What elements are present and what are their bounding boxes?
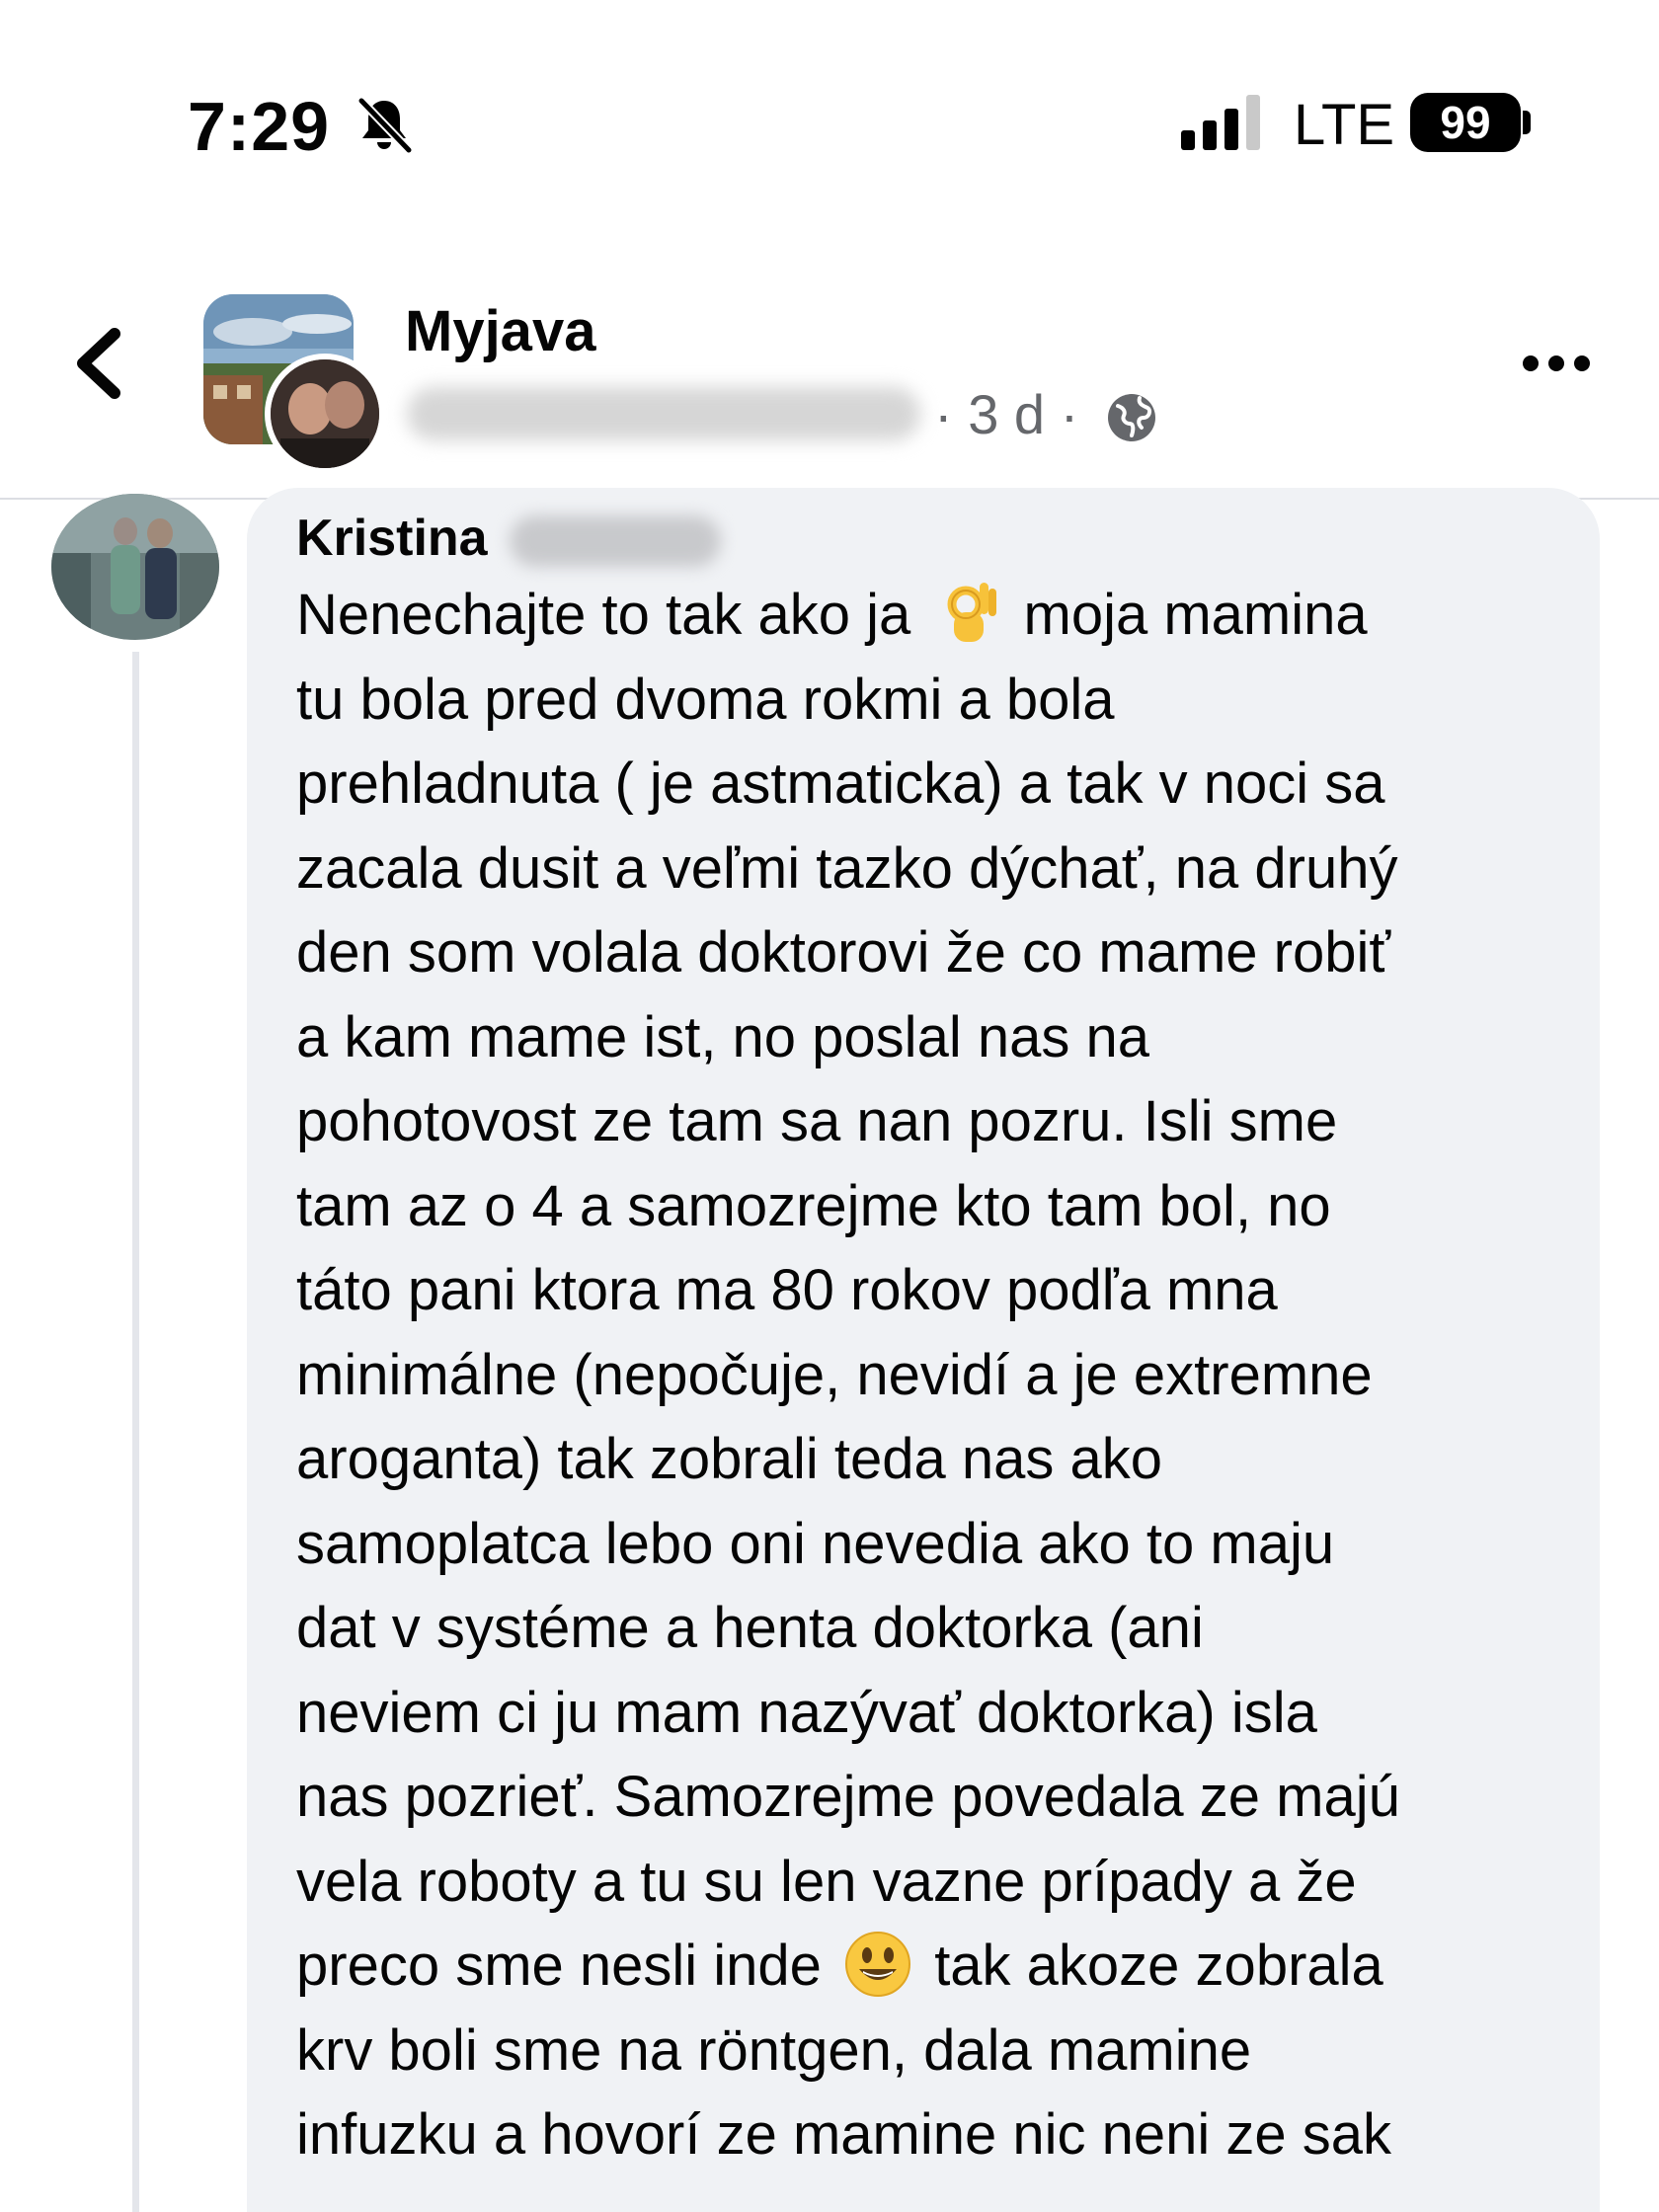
network-type: LTE: [1294, 93, 1395, 157]
comment-line: infuzku a hovorí ze mamine nic neni ze s…: [296, 2102, 1391, 2167]
more-options-button[interactable]: [1517, 336, 1596, 391]
comment-line: tu bola pred dvoma rokmi a bola: [296, 667, 1115, 732]
comment-line: minimálne (nepočuje, nevidí a je extremn…: [296, 1342, 1373, 1407]
comment-line: prehladnuta ( je astmaticka) a tak v noc…: [296, 751, 1385, 816]
smiley-emoji: [845, 1932, 911, 1997]
comment-line: a kam mame ist, no poslal nas na: [296, 1004, 1149, 1069]
post-timestamp: · 3 d ·: [934, 383, 1079, 445]
commenter-surname-blurred: [510, 515, 721, 567]
comment-line: den som volala doktorovi že co mame robi…: [296, 920, 1391, 985]
comment-line: tam az o 4 a samozrejme kto tam bol, no: [296, 1173, 1331, 1238]
group-name[interactable]: Myjava: [405, 296, 595, 367]
comment-text: Nenechajte to tak ako ja moja mamina tu …: [296, 573, 1560, 2177]
comment-line: samoplatca lebo oni nevedia ako to maju: [296, 1511, 1335, 1576]
comment-line: nas pozrieť. Samozrejme povedala ze majú: [296, 1765, 1400, 1829]
status-time: 7:29: [188, 88, 331, 165]
author-avatar[interactable]: [265, 354, 385, 474]
comment-line: vela roboty a tu su len vazne prípady a …: [296, 1849, 1357, 1914]
back-button[interactable]: [63, 316, 134, 411]
comment-line: preco sme nesli inde tak akoze zobrala: [296, 1924, 1560, 2009]
comment-line: zacala dusit a veľmi tazko dýchať, na dr…: [296, 835, 1398, 901]
author-name-blurred: [407, 387, 920, 440]
comment-line: pohotovost ze tam sa nan pozru. Isli sme: [296, 1089, 1338, 1153]
facebook-comment-screen: 7:29 LTE 99 Myjava · 3 d · Kristina Nene…: [0, 0, 1659, 2212]
comment-line: krv boli sme na röntgen, dala mamine: [296, 2017, 1252, 2083]
globe-icon: [1108, 394, 1155, 441]
battery-nub: [1523, 111, 1531, 134]
comment-line: Nenechajte to tak ako ja moja mamina: [296, 573, 1560, 658]
commenter-name[interactable]: Kristina: [296, 504, 488, 573]
comment-thread-line: [132, 652, 139, 2212]
bell-slash-icon: [357, 97, 413, 154]
ok-hand-emoji: [947, 583, 997, 642]
comment-line: aroganta) tak zobrali teda nas ako: [296, 1427, 1162, 1491]
comment-line: táto pani ktora ma 80 rokov podľa mna: [296, 1258, 1278, 1322]
comment-line: dat v systéme a henta doktorka (ani: [296, 1596, 1204, 1660]
commenter-avatar[interactable]: [51, 494, 219, 640]
signal-bars-icon: [1181, 95, 1260, 150]
comment-line: neviem ci ju mam nazývať doktorka) isla: [296, 1680, 1317, 1745]
battery-level: 99: [1410, 93, 1521, 152]
